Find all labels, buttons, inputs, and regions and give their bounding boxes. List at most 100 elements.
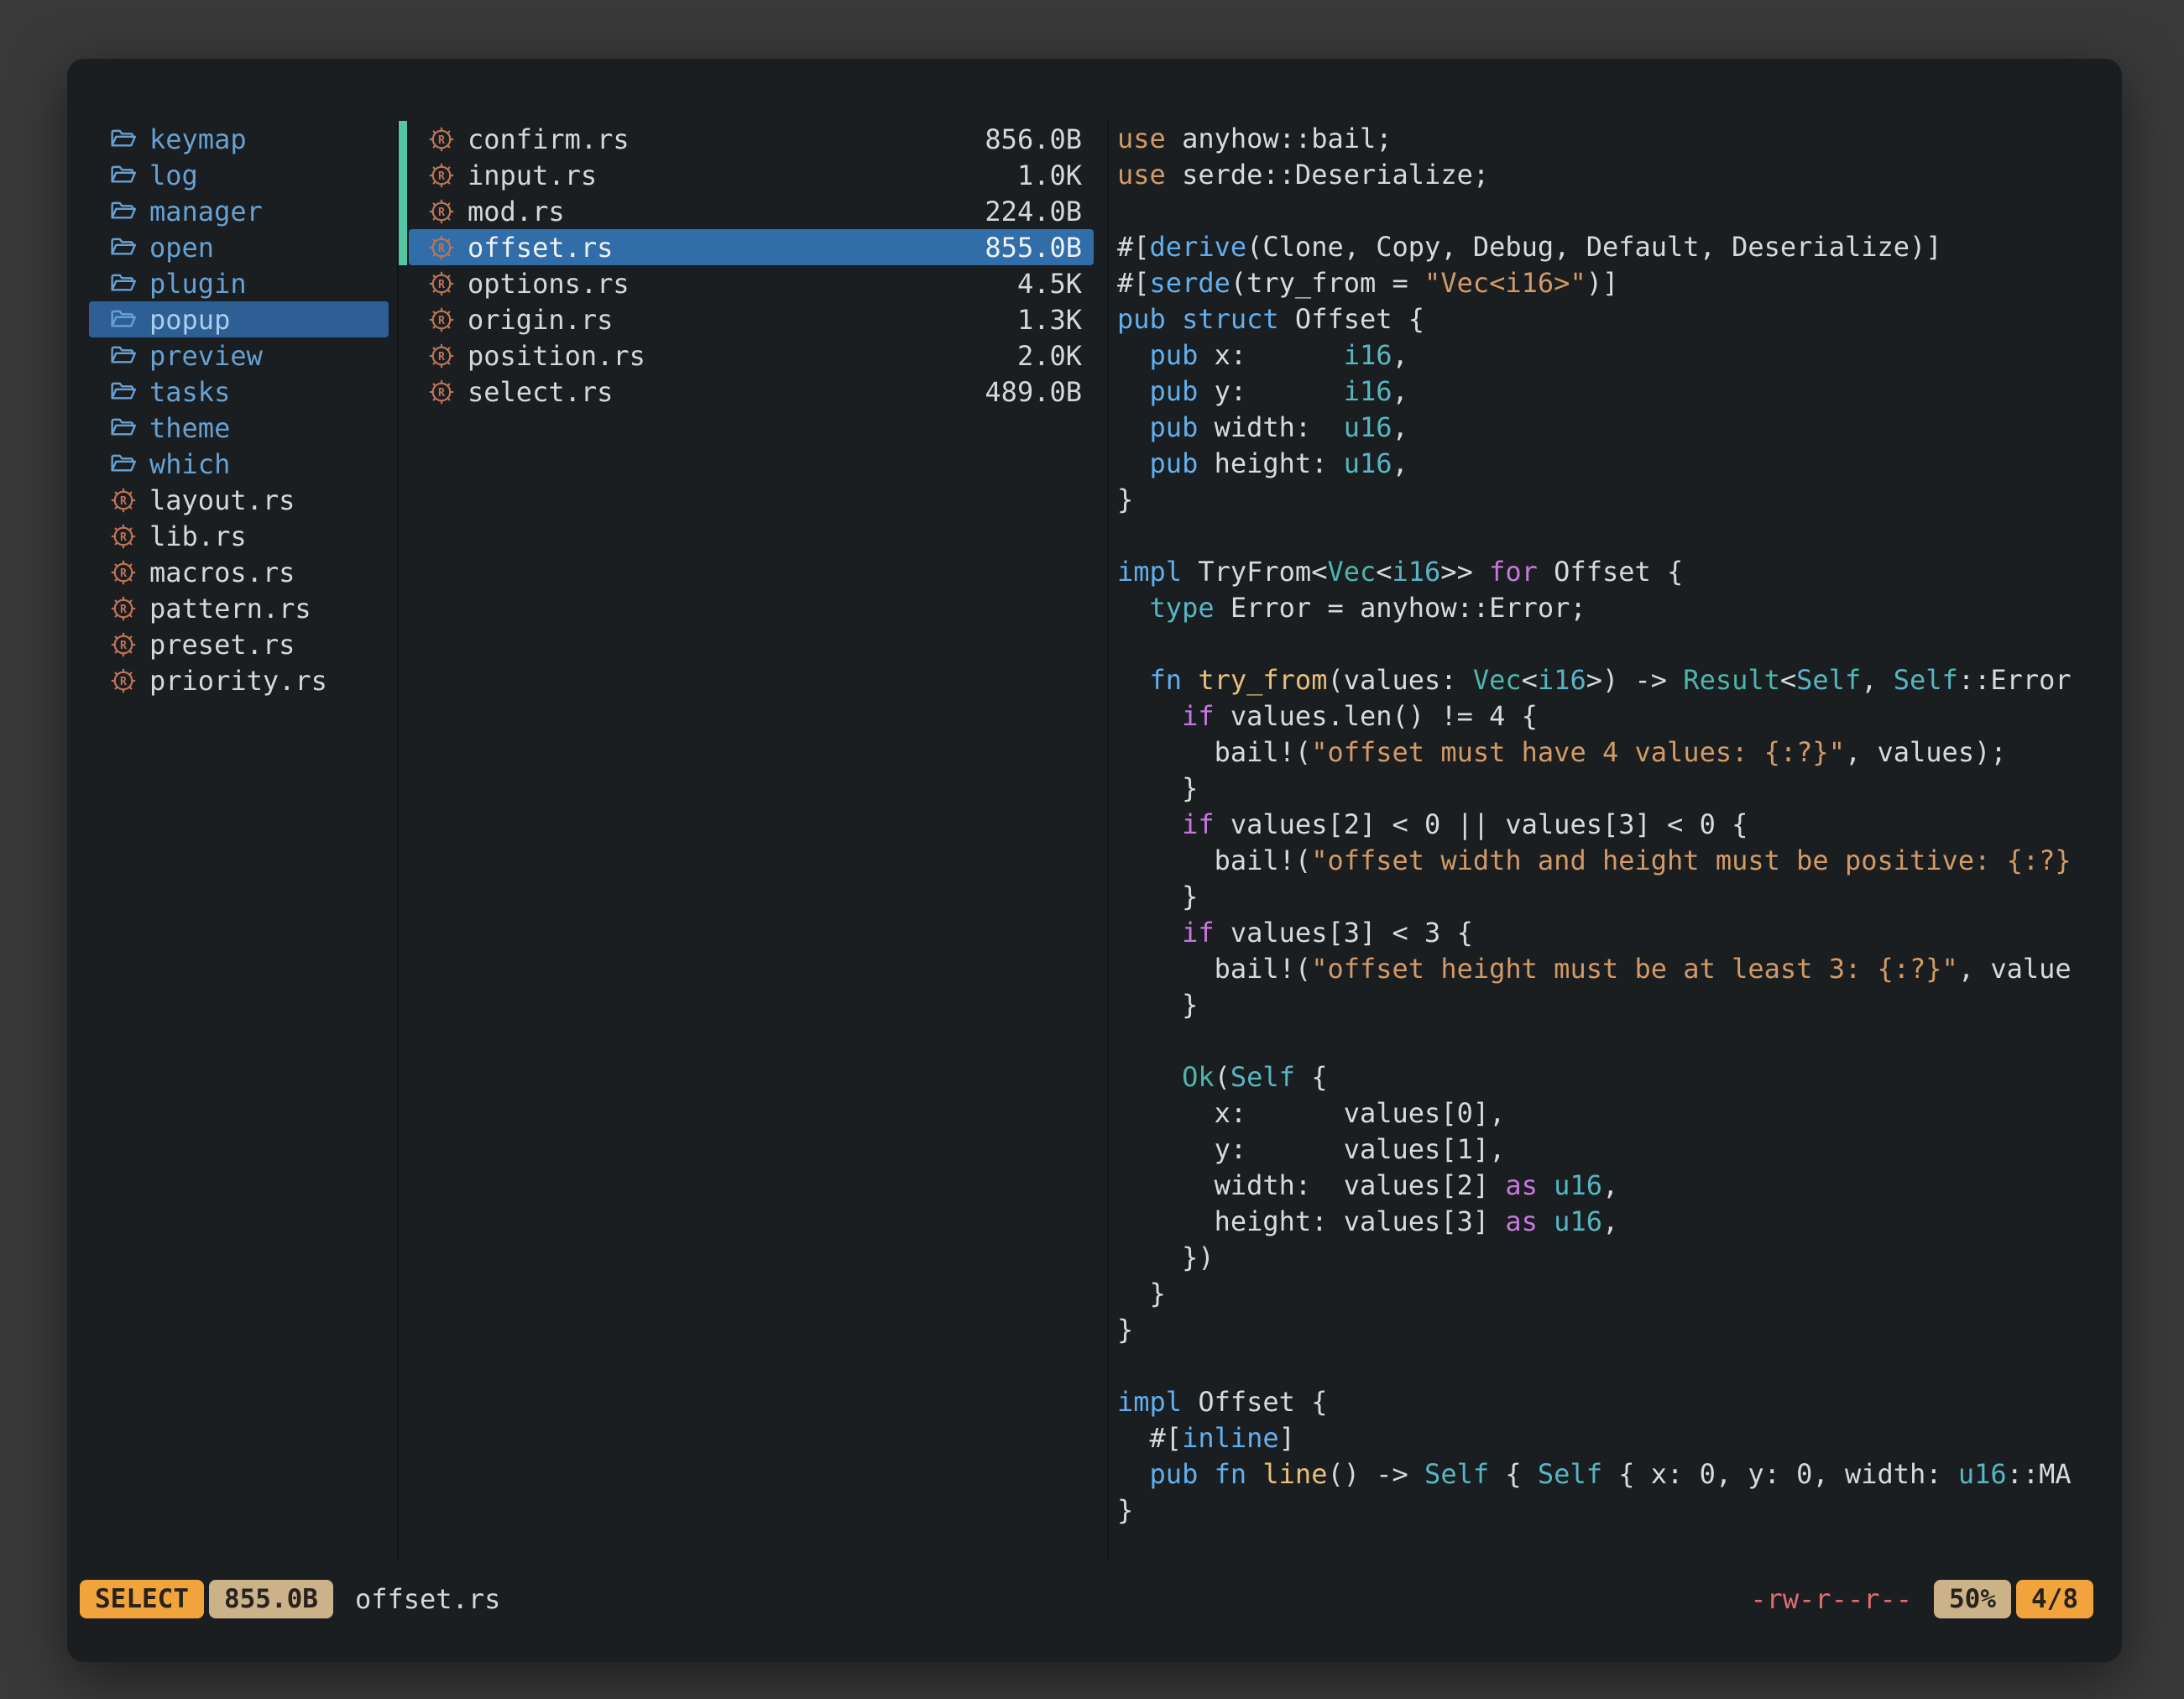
sidebar-item-label: preset.rs	[149, 629, 295, 661]
code-line: impl TryFrom<Vec<i16>> for Offset {	[1117, 554, 2122, 590]
svg-text:R: R	[438, 206, 445, 219]
svg-text:R: R	[120, 676, 127, 688]
sidebar-item-label: pattern.rs	[149, 593, 311, 625]
sidebar-item-which[interactable]: which	[89, 446, 389, 482]
code-line	[1117, 193, 2122, 229]
file-size: 4.5K	[1017, 268, 1082, 300]
rust-file-icon: R	[109, 631, 138, 658]
code-line: #[inline]	[1117, 1420, 2122, 1456]
sidebar-item-theme[interactable]: theme	[89, 410, 389, 446]
code-line	[1117, 626, 2122, 662]
code-line: pub y: i16,	[1117, 374, 2122, 410]
sidebar-item-log[interactable]: log	[89, 157, 389, 193]
sidebar-item-preset-rs[interactable]: Rpreset.rs	[89, 626, 389, 662]
sidebar-item-lib-rs[interactable]: Rlib.rs	[89, 518, 389, 554]
status-filename: offset.rs	[355, 1583, 500, 1615]
file-name: offset.rs	[468, 232, 973, 264]
file-row-position-rs[interactable]: Rposition.rs2.0K	[409, 337, 1094, 374]
svg-text:R: R	[120, 567, 127, 580]
code-line: x: values[0],	[1117, 1095, 2122, 1132]
file-row-confirm-rs[interactable]: Rconfirm.rs 856.0B	[409, 121, 1094, 157]
sidebar-item-priority-rs[interactable]: Rpriority.rs	[89, 662, 389, 698]
rust-file-icon: R	[109, 559, 138, 586]
sidebar-item-pattern-rs[interactable]: Rpattern.rs	[89, 590, 389, 626]
code-line: }	[1117, 771, 2122, 807]
svg-text:R: R	[438, 243, 445, 255]
code-line: if values.len() != 4 {	[1117, 698, 2122, 734]
code-line	[1117, 1023, 2122, 1059]
sidebar-item-label: theme	[149, 412, 230, 444]
code-line: impl Offset {	[1117, 1384, 2122, 1420]
file-row-select-rs[interactable]: Rselect.rs489.0B	[409, 374, 1094, 410]
rust-file-icon: R	[109, 595, 138, 622]
code-line: }	[1117, 1493, 2122, 1529]
code-line	[1117, 1348, 2122, 1384]
file-name: select.rs	[468, 376, 973, 408]
svg-text:R: R	[438, 387, 445, 400]
folder-icon	[109, 234, 138, 261]
sidebar-item-label: preview	[149, 340, 263, 372]
file-size: 856.0B	[985, 123, 1082, 155]
sidebar-item-label: tasks	[149, 376, 230, 408]
sidebar-item-popup[interactable]: popup	[89, 301, 389, 337]
code-line: if values[2] < 0 || values[3] < 0 {	[1117, 807, 2122, 843]
svg-text:R: R	[120, 531, 127, 544]
file-row-origin-rs[interactable]: Rorigin.rs1.3K	[409, 301, 1094, 337]
sidebar-item-label: manager	[149, 196, 263, 227]
file-row-offset-rs[interactable]: Roffset.rs855.0B	[409, 229, 1094, 265]
code-line: bail!("offset height must be at least 3:…	[1117, 951, 2122, 987]
sidebar-item-preview[interactable]: preview	[89, 337, 389, 374]
file-name: options.rs	[468, 268, 1006, 300]
file-name: confirm.rs	[468, 123, 973, 155]
code-line: y: values[1],	[1117, 1132, 2122, 1168]
sidebar-item-plugin[interactable]: plugin	[89, 265, 389, 301]
sidebar-item-label: which	[149, 448, 230, 480]
sidebar-item-label: plugin	[149, 268, 247, 300]
file-name: input.rs	[468, 159, 1006, 191]
rust-file-icon: R	[109, 487, 138, 514]
svg-text:R: R	[120, 640, 127, 652]
svg-text:R: R	[438, 351, 445, 363]
folder-icon	[109, 379, 138, 405]
preview-panel: use anyhow::bail;use serde::Deserialize;…	[1109, 121, 2122, 1561]
code-line: pub struct Offset {	[1117, 301, 2122, 337]
code-line: }	[1117, 482, 2122, 518]
rust-file-icon: R	[427, 234, 456, 261]
file-size: 224.0B	[985, 196, 1082, 227]
svg-text:R: R	[438, 134, 445, 147]
file-row-mod-rs[interactable]: Rmod.rs224.0B	[409, 193, 1094, 229]
sidebar-item-label: keymap	[149, 123, 247, 155]
sidebar-item-label: layout.rs	[149, 484, 295, 516]
desktop-background: keymaplogmanageropenpluginpopuppreview ta…	[0, 0, 2184, 1699]
code-line: })	[1117, 1240, 2122, 1276]
parent-panel: keymaplogmanageropenpluginpopuppreview ta…	[67, 121, 397, 1561]
code-line: }	[1117, 1276, 2122, 1312]
code-line: width: values[2] as u16,	[1117, 1168, 2122, 1204]
rust-file-icon: R	[109, 667, 138, 694]
sidebar-item-label: macros.rs	[149, 557, 295, 588]
permissions-label: -rw-r--r--	[1750, 1583, 1912, 1615]
folder-icon	[109, 342, 138, 369]
sidebar-item-manager[interactable]: manager	[89, 193, 389, 229]
code-line: bail!("offset must have 4 values: {:?}",…	[1117, 734, 2122, 771]
file-row-options-rs[interactable]: Roptions.rs4.5K	[409, 265, 1094, 301]
file-size: 1.0K	[1017, 159, 1082, 191]
code-line: use serde::Deserialize;	[1117, 157, 2122, 193]
code-line: pub fn line() -> Self { Self { x: 0, y: …	[1117, 1456, 2122, 1493]
file-row-input-rs[interactable]: Rinput.rs 1.0K	[409, 157, 1094, 193]
sidebar-item-macros-rs[interactable]: Rmacros.rs	[89, 554, 389, 590]
svg-text:R: R	[120, 604, 127, 616]
sidebar-item-keymap[interactable]: keymap	[89, 121, 389, 157]
file-manager-window: keymaplogmanageropenpluginpopuppreview ta…	[67, 59, 2122, 1662]
folder-icon	[109, 162, 138, 189]
sidebar-item-tasks[interactable]: tasks	[89, 374, 389, 410]
rust-file-icon: R	[427, 379, 456, 405]
sidebar-item-open[interactable]: open	[89, 229, 389, 265]
svg-text:R: R	[438, 170, 445, 183]
cursor-position-badge: 4/8	[2016, 1580, 2093, 1618]
rust-file-icon: R	[427, 126, 456, 153]
code-line	[1117, 518, 2122, 554]
code-line: #[serde(try_from = "Vec<i16>")]	[1117, 265, 2122, 301]
current-panel: Rconfirm.rs 856.0B Rinput.rs 1.0KRmod.rs224…	[397, 121, 1109, 1561]
sidebar-item-layout-rs[interactable]: Rlayout.rs	[89, 482, 389, 518]
